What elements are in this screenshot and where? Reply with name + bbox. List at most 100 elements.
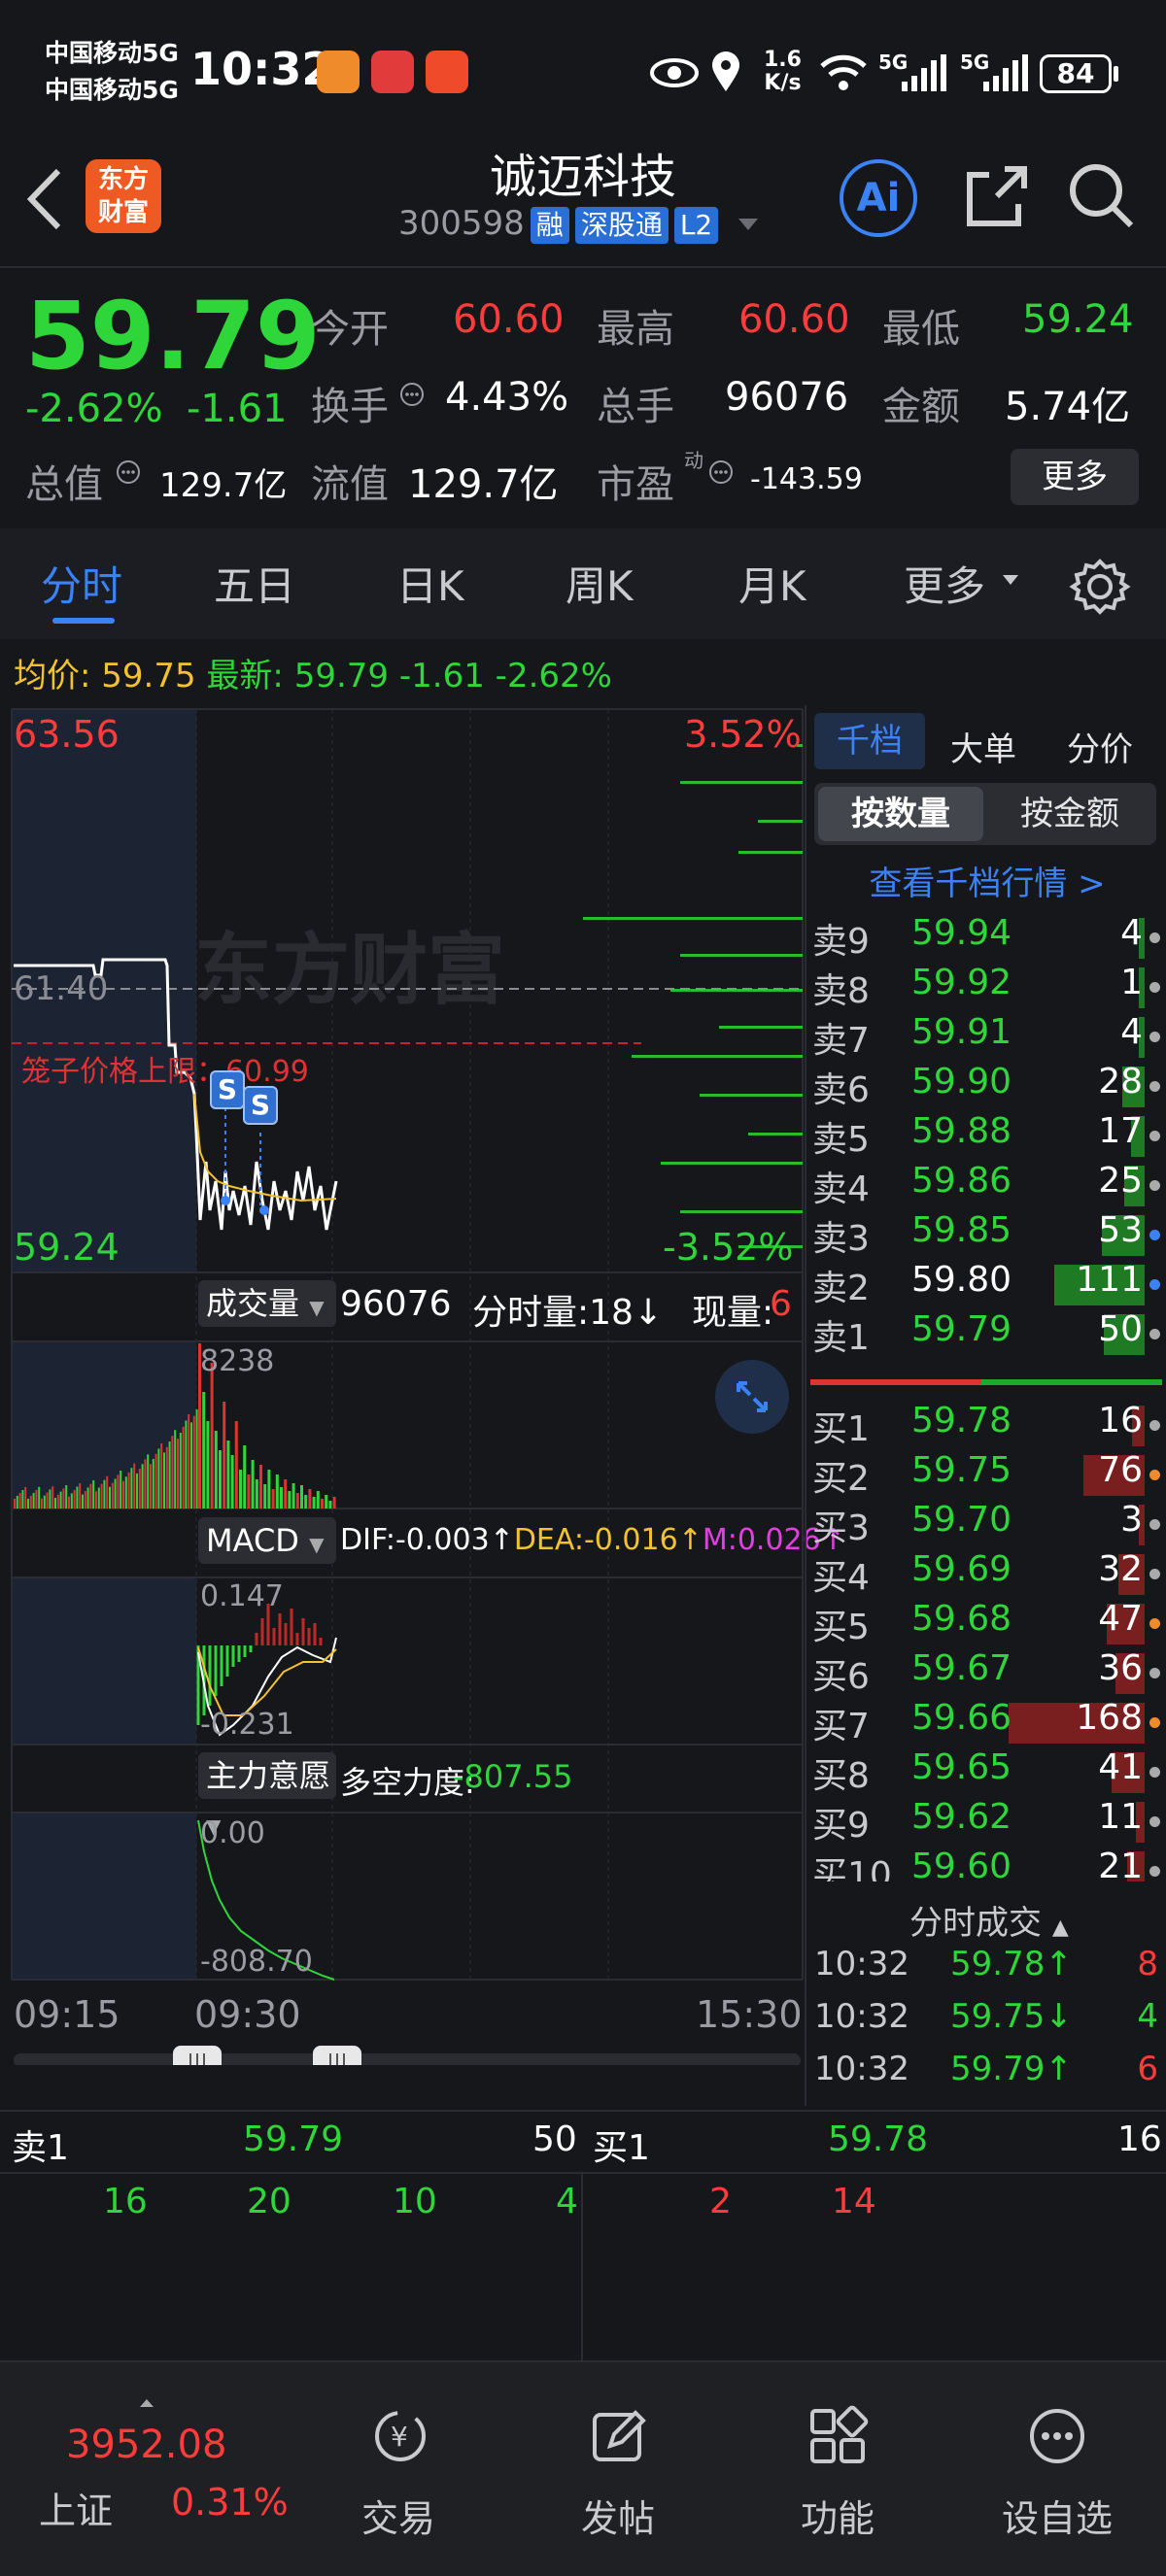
bid-row[interactable]: 买10 59.60 21 (808, 1847, 1166, 1881)
ask-row[interactable]: 卖1 59.79 50 (808, 1309, 1166, 1360)
chart-top-pct: 3.52% (684, 713, 802, 756)
volume-bar (328, 1501, 332, 1508)
volume-bar (275, 1474, 279, 1508)
volume-bar (56, 1494, 59, 1508)
connect-tag: 深股通 (574, 207, 669, 244)
volume-bar (120, 1471, 122, 1508)
macd-bottom: -0.231 (200, 1708, 294, 1742)
clock: 10:32 (190, 43, 333, 95)
trade-time: 10:32 (814, 2050, 909, 2088)
level-qty: 16 (1098, 1401, 1143, 1441)
bid-row[interactable]: 买2 59.75 76 (808, 1450, 1166, 1501)
ask-row[interactable]: 卖8 59.92 1 (808, 963, 1166, 1013)
volume-bar (133, 1463, 136, 1508)
ai-button[interactable]: Ai (840, 159, 917, 237)
pe-superscript: 动 (684, 449, 703, 472)
volume-bar (168, 1441, 171, 1508)
level-label: 卖4 (812, 1169, 870, 1209)
volume-bar (16, 1495, 18, 1508)
queue-bid-price: 59.78 (828, 2119, 929, 2159)
ask-row[interactable]: 卖4 59.86 25 (808, 1161, 1166, 1211)
ask-row[interactable]: 卖9 59.94 4 (808, 913, 1166, 964)
bid-row[interactable]: 买3 59.70 3 (808, 1500, 1166, 1550)
ask-row[interactable]: 卖5 59.88 17 (808, 1111, 1166, 1162)
nav-add-watchlist[interactable]: 设自选 (960, 2399, 1154, 2555)
level-label: 卖8 (812, 971, 870, 1011)
bid-row[interactable]: 买1 59.78 16 (808, 1401, 1166, 1451)
level-price: 59.94 (911, 913, 1012, 953)
level-price: 59.79 (911, 1309, 1012, 1349)
trades-title[interactable]: 分时成交 ▲ (909, 1896, 1069, 1944)
ask-row[interactable]: 卖2 59.80 111 (808, 1260, 1166, 1310)
time-end: 15:30 (696, 1993, 803, 2036)
volume-bar (117, 1474, 120, 1508)
index-name[interactable]: 上证 (39, 2481, 113, 2534)
depth-link[interactable]: 查看千档行情 > (808, 857, 1166, 904)
volume-bar (89, 1483, 92, 1508)
sell-marker[interactable]: S (210, 1070, 245, 1109)
open-label: 今开 (311, 307, 389, 352)
level-label: 卖5 (812, 1120, 870, 1160)
volume-bar (24, 1486, 27, 1508)
settings-icon[interactable] (1069, 556, 1131, 618)
queue-order: 10 (393, 2182, 437, 2221)
tab-daily-k[interactable]: 日K (396, 554, 464, 613)
amount-label: 金额 (882, 385, 960, 429)
volume-bar (304, 1495, 308, 1508)
volume-indicator-dropdown[interactable]: 成交量 ▼ (198, 1280, 336, 1327)
bid-row[interactable]: 买5 59.68 47 (808, 1599, 1166, 1649)
level-label: 卖6 (812, 1070, 870, 1110)
nav-trade[interactable]: ¥ 交易 (301, 2399, 496, 2555)
bid-row[interactable]: 买9 59.62 11 (808, 1797, 1166, 1847)
tab-depth[interactable]: 千档 (814, 713, 925, 769)
level-price: 59.80 (911, 1260, 1012, 1300)
sell-marker[interactable]: S (243, 1086, 278, 1125)
tab-more[interactable]: 更多 (904, 554, 985, 613)
nav-post[interactable]: 发帖 (521, 2399, 715, 2555)
index-pct[interactable]: 0.31% (171, 2481, 289, 2524)
search-icon[interactable] (1067, 161, 1137, 231)
macd-values: DIF:-0.003↑DEA:-0.016↑M:0.026↑ (340, 1523, 845, 1557)
info-icon[interactable] (398, 381, 426, 408)
info-icon[interactable] (115, 458, 142, 486)
chevron-down-icon[interactable] (737, 215, 760, 234)
bid-row[interactable]: 买7 59.66 168 (808, 1698, 1166, 1748)
volume-bar (210, 1363, 214, 1508)
tab-intraday[interactable]: 分时 (41, 554, 122, 613)
volume-label: 总手 (597, 385, 674, 429)
volume-bar (223, 1402, 226, 1508)
divider (0, 2360, 1166, 2362)
tab-five-day[interactable]: 五日 (214, 554, 295, 613)
tab-big-orders[interactable]: 大单 (950, 723, 1016, 770)
share-icon[interactable] (962, 161, 1032, 231)
volume-bar (332, 1497, 336, 1508)
mode-by-quantity[interactable]: 按数量 (818, 787, 983, 841)
info-icon[interactable] (707, 458, 735, 486)
ask-row[interactable]: 卖6 59.90 28 (808, 1062, 1166, 1112)
level-label: 买2 (812, 1459, 870, 1499)
mode-by-amount[interactable]: 按金额 (987, 787, 1152, 841)
svg-text:¥: ¥ (391, 2421, 408, 2453)
bid-row[interactable]: 买8 59.65 41 (808, 1747, 1166, 1798)
intraday-chart[interactable]: 东方财富 (0, 705, 806, 2065)
level-dot (1149, 1279, 1160, 1290)
ask-row[interactable]: 卖7 59.91 4 (808, 1012, 1166, 1063)
chart-ref-price: 61.40 (14, 969, 109, 1008)
index-value[interactable]: 3952.08 (66, 2423, 226, 2467)
more-button[interactable]: 更多 (1011, 449, 1139, 505)
ask-row[interactable]: 卖3 59.85 53 (808, 1210, 1166, 1261)
expand-button[interactable] (715, 1360, 789, 1434)
trade-qty: 6 (1137, 2050, 1158, 2088)
tab-monthly-k[interactable]: 月K (738, 554, 806, 613)
bid-row[interactable]: 买6 59.67 36 (808, 1648, 1166, 1699)
volume-bar (154, 1453, 157, 1508)
tab-price-dist[interactable]: 分价 (1067, 723, 1133, 770)
main-force-dropdown[interactable]: 主力意愿 ▼ (198, 1752, 336, 1838)
macd-dropdown[interactable]: MACD ▼ (198, 1517, 336, 1564)
tab-weekly-k[interactable]: 周K (566, 554, 634, 613)
level-label: 买9 (812, 1806, 870, 1846)
level-dot (1149, 1470, 1160, 1480)
bid-row[interactable]: 买4 59.69 32 (808, 1549, 1166, 1600)
nav-functions[interactable]: 功能 (740, 2399, 935, 2555)
level-price: 59.88 (911, 1111, 1012, 1151)
